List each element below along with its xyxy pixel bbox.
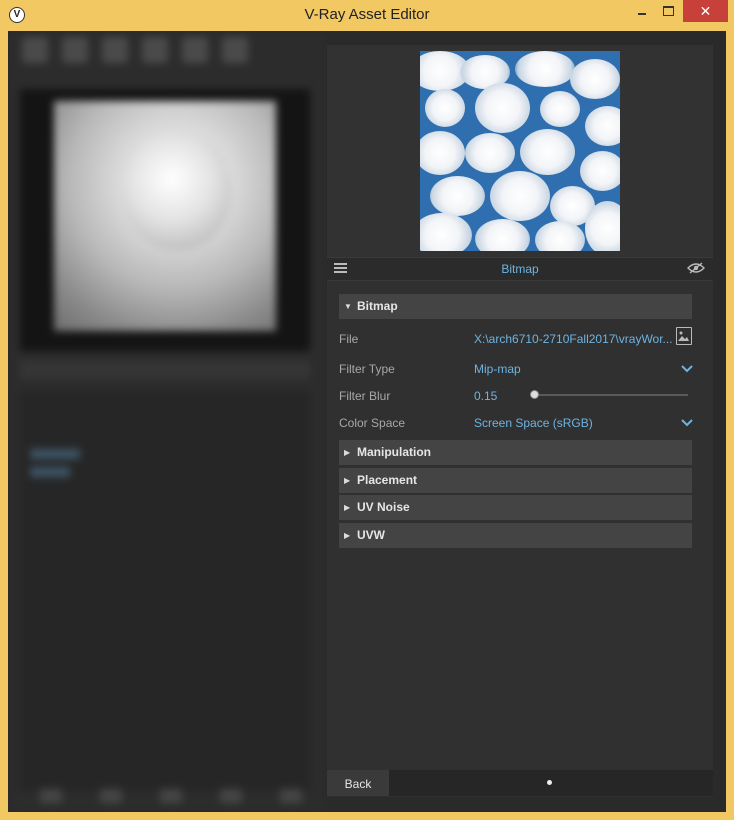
app-window: V V-Ray Asset Editor ✕ Bitmap ▼ Bitmap F… (0, 0, 734, 820)
toolbar-icon (102, 37, 128, 63)
section-label: Placement (357, 473, 418, 487)
chevron-down-icon[interactable] (681, 419, 693, 427)
slider-handle[interactable] (530, 390, 539, 399)
asset-bottom-bar (20, 789, 310, 809)
section-label: Manipulation (357, 445, 431, 459)
bottom-icon (160, 789, 182, 803)
asset-list (20, 391, 310, 791)
section-label: UV Noise (357, 500, 410, 514)
preview-controls-bar (20, 361, 310, 379)
section-placement[interactable]: ▶ Placement (339, 468, 692, 493)
section-label: Bitmap (357, 299, 398, 313)
filter-type-dropdown[interactable]: Mip-map (474, 362, 521, 376)
cloud-shape (490, 171, 550, 221)
cloud-shape (425, 89, 465, 127)
section-bitmap[interactable]: ▼ Bitmap (339, 294, 692, 319)
minimize-icon (637, 13, 646, 15)
cloud-shape (420, 213, 472, 251)
chevron-down-icon[interactable] (681, 365, 693, 373)
filter-blur-value[interactable]: 0.15 (474, 389, 497, 403)
collapsed-arrow-icon: ▶ (344, 503, 351, 512)
panel-header: Bitmap (327, 257, 713, 281)
cloud-shape (420, 131, 465, 175)
window-title: V-Ray Asset Editor (304, 6, 430, 23)
section-uv-noise[interactable]: ▶ UV Noise (339, 495, 692, 520)
color-space-label: Color Space (339, 416, 406, 430)
cloud-shape (580, 151, 620, 191)
collapsed-arrow-icon: ▶ (344, 531, 351, 540)
panel-title: Bitmap (501, 262, 539, 276)
bottom-icon (100, 789, 122, 803)
cloud-shape (515, 51, 575, 87)
eye-hidden-icon[interactable] (687, 262, 705, 274)
bottom-icon (220, 789, 242, 803)
bitmap-properties-panel: Bitmap ▼ Bitmap File X:\arch6710-2710Fal… (327, 45, 713, 797)
texture-preview-area (327, 45, 713, 257)
cloud-shape (585, 201, 620, 251)
list-item (30, 449, 80, 459)
cloud-shape (465, 133, 515, 173)
maximize-icon (663, 6, 674, 16)
material-preview (20, 89, 310, 351)
file-label: File (339, 332, 359, 346)
toolbar-icon (22, 37, 48, 63)
cloud-shape (520, 129, 575, 175)
image-glyph-icon (678, 331, 689, 341)
filter-blur-slider[interactable] (533, 394, 688, 396)
back-button[interactable]: Back (327, 770, 389, 796)
list-item (30, 467, 70, 477)
filter-blur-label: Filter Blur (339, 389, 391, 403)
collapsed-arrow-icon: ▶ (344, 448, 351, 457)
bottom-icon (280, 789, 302, 803)
preview-render (54, 101, 276, 331)
cloud-shape (585, 106, 620, 146)
section-manipulation[interactable]: ▶ Manipulation (339, 440, 692, 465)
cloud-shape (540, 91, 580, 127)
title-bar[interactable]: V V-Ray Asset Editor ✕ (0, 0, 734, 30)
page-indicator-dot (547, 780, 552, 785)
expanded-arrow-icon: ▼ (344, 302, 352, 311)
preview-sphere (122, 131, 232, 251)
section-uvw[interactable]: ▶ UVW (339, 523, 692, 548)
collapsed-arrow-icon: ▶ (344, 476, 351, 485)
cloud-shape (570, 59, 620, 99)
asset-browser-pane (8, 31, 328, 812)
minimize-button[interactable] (628, 0, 655, 22)
bottom-icon (40, 789, 62, 803)
toolbar-icon (62, 37, 88, 63)
color-space-dropdown[interactable]: Screen Space (sRGB) (474, 416, 593, 430)
asset-toolbar (12, 37, 322, 71)
cloud-shape (430, 176, 485, 216)
editor-client-area: Bitmap ▼ Bitmap File X:\arch6710-2710Fal… (8, 31, 726, 812)
file-path-link[interactable]: X:\arch6710-2710Fall2017\vrayWor... (474, 332, 673, 346)
panel-footer: Back (327, 770, 713, 796)
bitmap-thumbnail (420, 51, 620, 251)
cloud-shape (535, 221, 585, 251)
toolbar-icon (182, 37, 208, 63)
toolbar-icon (222, 37, 248, 63)
close-button[interactable]: ✕ (683, 0, 728, 22)
filter-type-label: Filter Type (339, 362, 395, 376)
cloud-shape (475, 219, 530, 251)
image-file-icon[interactable] (676, 327, 692, 345)
cloud-shape (475, 83, 530, 133)
section-label: UVW (357, 528, 385, 542)
toolbar-icon (142, 37, 168, 63)
maximize-button[interactable] (655, 0, 682, 22)
